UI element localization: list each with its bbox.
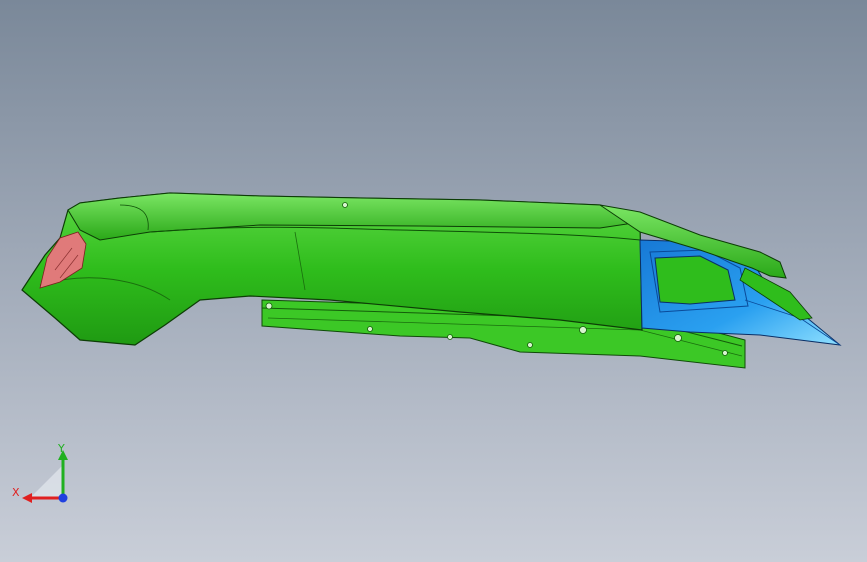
x-axis-label: X: [12, 486, 20, 499]
y-axis-label: Y: [57, 442, 65, 455]
axis-triad[interactable]: Y X: [10, 440, 80, 510]
cad-model-view[interactable]: [0, 0, 867, 562]
z-axis-dot: [58, 493, 68, 503]
graphics-viewport[interactable]: Y X: [0, 0, 867, 562]
axis-triad-graphic: Y X: [12, 442, 68, 503]
